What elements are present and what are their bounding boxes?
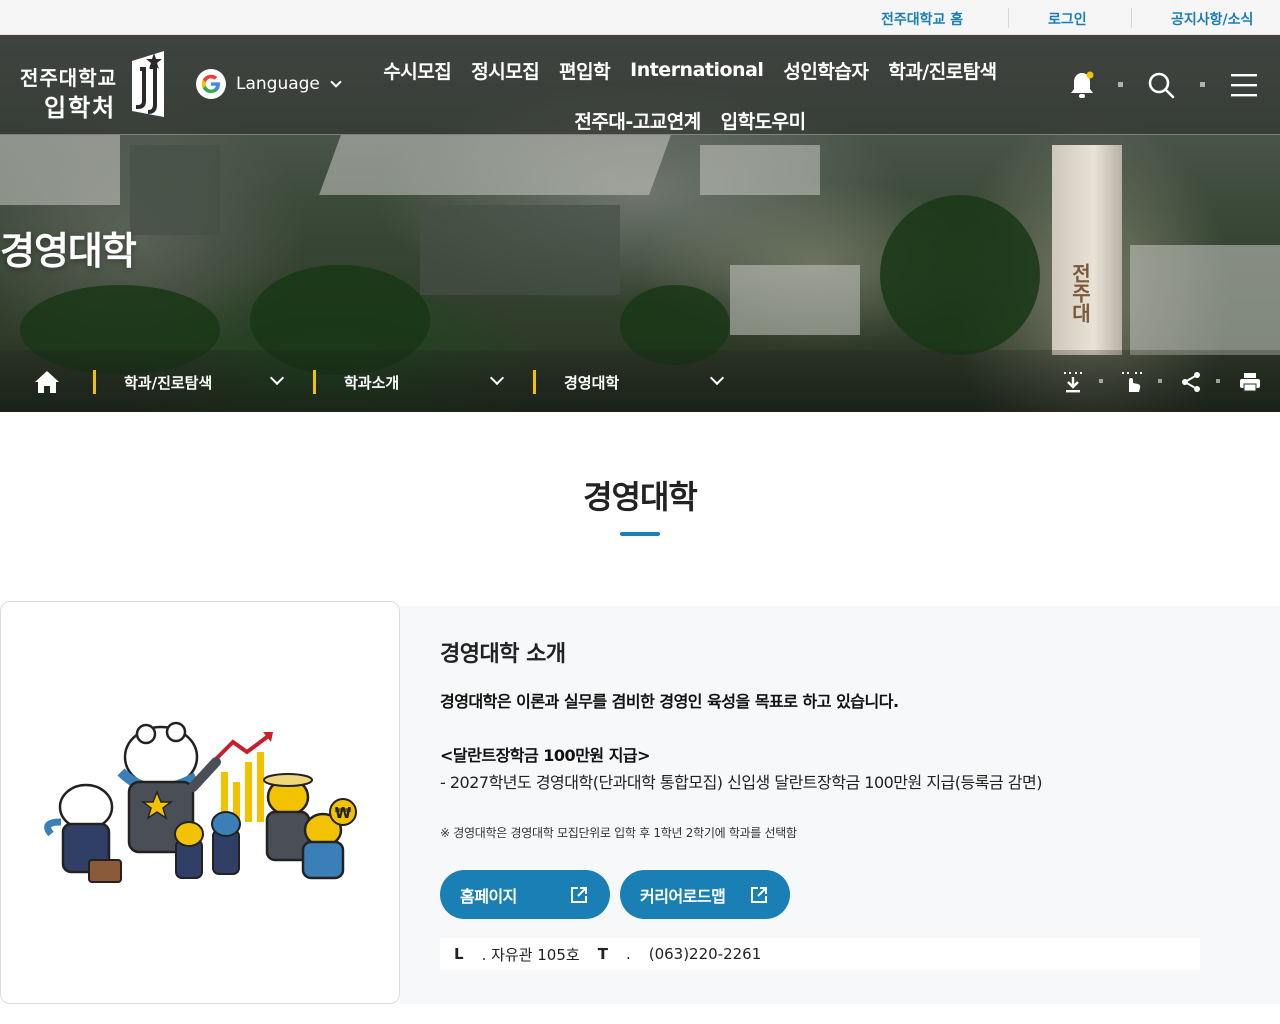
header-divider-dot (1118, 82, 1123, 87)
campus-building (700, 145, 820, 195)
language-selector[interactable]: Language (196, 68, 342, 100)
header-actions (1064, 65, 1264, 105)
nav-department-explore[interactable]: 학과/진로탐색 (888, 57, 997, 84)
homepage-button[interactable]: 홈페이지 (440, 870, 610, 919)
breadcrumb: 학과/진로탐색 학과소개 경영대학 (0, 350, 1280, 412)
chevron-down-icon[interactable] (709, 370, 725, 386)
login-link[interactable]: 로그인 (1048, 9, 1087, 29)
svg-text:₩: ₩ (335, 804, 352, 822)
location-value: . 자유관 105호 (481, 945, 580, 964)
language-label: Language (236, 74, 320, 94)
business-mascot-illustration: ₩ (44, 721, 357, 883)
external-link-icon (751, 887, 767, 903)
tower-lettering: 전주대 (1068, 263, 1092, 323)
share-icon[interactable] (1178, 369, 1204, 395)
pointer-icon[interactable] (1119, 369, 1145, 395)
site-logo[interactable]: 전주대학교 입학처 (20, 63, 117, 123)
breadcrumb-divider (313, 370, 316, 394)
contact-info: L . 자유관 105호 T . (063)220-2261 (440, 938, 1200, 970)
menu-icon[interactable] (1226, 67, 1262, 103)
scholarship-title: <달란트장학금 100만원 지급> (440, 746, 651, 765)
nav-highschool-link[interactable]: 전주대-고교연계 (574, 107, 701, 134)
nav-admission-helper[interactable]: 입학도우미 (721, 107, 806, 134)
career-roadmap-button[interactable]: 커리어로드맵 (620, 870, 790, 919)
tel-separator: . (625, 945, 631, 963)
campus-tower (1052, 145, 1122, 355)
breadcrumb-divider (533, 370, 536, 394)
university-home-link[interactable]: 전주대학교 홈 (881, 9, 963, 29)
nav-transfer[interactable]: 편입학 (559, 57, 610, 84)
campus-building (730, 265, 860, 335)
tel-label: T (597, 945, 608, 963)
campus-building (130, 145, 220, 235)
download-icon[interactable] (1060, 369, 1086, 395)
breadcrumb-department-intro[interactable]: 학과소개 (344, 367, 399, 397)
nav-regular-admission[interactable]: 정시모집 (471, 57, 539, 84)
campus-building (0, 135, 120, 205)
hero-banner: 전주대 전주대학교 입학처 Language 수시모집 정시모집 편입학 Int… (0, 35, 1280, 412)
location-label: L (454, 945, 464, 963)
illustration-card: ₩ (0, 601, 400, 1004)
toolbar-divider-dot (1099, 379, 1103, 383)
admission-note: ※ 경영대학은 경영대학 모집단위로 입학 후 1학년 2학기에 학과를 선택함 (440, 826, 797, 840)
scholarship-description: - 2027학년도 경영대학(단과대학 통합모집) 신입생 달란트장학금 100… (440, 773, 1042, 792)
logo-university-name: 전주대학교 (20, 66, 117, 90)
toolbar-divider-dot (1158, 379, 1162, 383)
chevron-down-icon[interactable] (269, 370, 285, 386)
logo-office-name: 입학처 (44, 93, 117, 122)
print-icon[interactable] (1237, 369, 1263, 395)
utility-bar: 전주대학교 홈 로그인 공지사항/소식 (0, 0, 1280, 35)
tree-cluster (880, 195, 1040, 355)
sports-field (420, 205, 620, 295)
external-link-icon (571, 887, 587, 903)
breadcrumb-divider (93, 370, 96, 394)
chevron-down-icon[interactable] (489, 370, 505, 386)
notice-news-link[interactable]: 공지사항/소식 (1171, 9, 1253, 29)
nav-adult-learner[interactable]: 성인학습자 (783, 57, 868, 84)
search-icon[interactable] (1143, 67, 1179, 103)
bell-icon[interactable] (1064, 67, 1100, 103)
career-roadmap-button-label: 커리어로드맵 (640, 886, 726, 906)
title-underline (620, 532, 660, 536)
toolbar-divider-dot (1216, 379, 1220, 383)
hero-title: 경영대학 (0, 229, 137, 273)
page-title: 경영대학 (583, 478, 698, 516)
nav-early-admission[interactable]: 수시모집 (383, 57, 451, 84)
breadcrumb-department-explore[interactable]: 학과/진로탐색 (124, 367, 212, 397)
google-icon (196, 69, 226, 99)
breadcrumb-business-college[interactable]: 경영대학 (564, 367, 619, 397)
utility-divider (1131, 8, 1132, 28)
nav-international[interactable]: International (630, 59, 764, 81)
college-mission-text: 경영대학은 이론과 실무를 겸비한 경영인 육성을 목표로 하고 있습니다. (440, 692, 899, 711)
section-title: 경영대학 소개 (440, 642, 566, 667)
main-navigation: 수시모집 정시모집 편입학 International 성인학습자 학과/진로탐… (380, 45, 1000, 145)
main-header: 전주대학교 입학처 Language 수시모집 정시모집 편입학 Interna… (0, 35, 1280, 135)
header-divider-dot (1200, 82, 1205, 87)
campus-building (1130, 245, 1280, 355)
chevron-down-icon (330, 76, 342, 88)
logo-emblem-icon (132, 51, 164, 117)
tel-value: (063)220-2261 (648, 945, 762, 963)
home-icon[interactable] (32, 369, 62, 395)
homepage-button-label: 홈페이지 (460, 886, 517, 906)
utility-divider (1008, 8, 1009, 28)
